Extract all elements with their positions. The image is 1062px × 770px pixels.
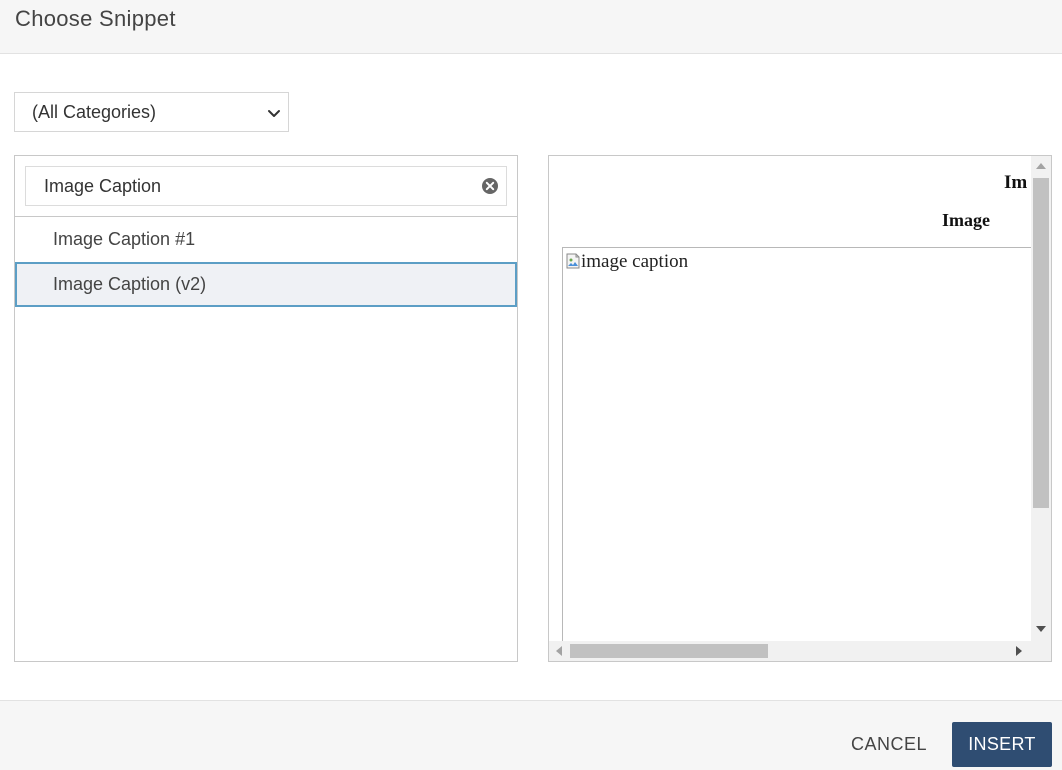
snippet-list-item[interactable]: Image Caption #1 — [15, 217, 517, 262]
scroll-up-arrow-icon[interactable] — [1036, 163, 1046, 169]
snippet-preview-panel: Im Image image caption — [548, 155, 1052, 662]
dialog-header: Choose Snippet — [0, 0, 1062, 54]
horizontal-scrollbar-thumb[interactable] — [570, 644, 768, 658]
scroll-left-arrow-icon[interactable] — [556, 646, 562, 656]
horizontal-scrollbar[interactable] — [549, 641, 1031, 661]
broken-image-alt: image caption — [581, 251, 689, 272]
category-select-value: (All Categories) — [32, 102, 157, 122]
vertical-scrollbar[interactable] — [1031, 156, 1051, 641]
scroll-down-arrow-icon[interactable] — [1036, 626, 1046, 632]
dialog-title: Choose Snippet — [15, 6, 176, 31]
snippet-list-item-label: Image Caption #1 — [53, 229, 196, 249]
preview-heading: Im — [1004, 172, 1028, 193]
snippet-list-panel: Image Caption Image Caption #1 Image Cap… — [14, 155, 518, 662]
preview-subheading: Image — [942, 210, 990, 230]
dialog-footer: CANCEL INSERT — [0, 700, 1062, 770]
scroll-right-arrow-icon[interactable] — [1016, 646, 1022, 656]
broken-image-icon — [566, 253, 580, 269]
broken-image: image caption — [566, 251, 688, 273]
snippet-list-item-label: Image Caption (v2) — [53, 274, 207, 294]
scrollbar-corner — [1031, 641, 1051, 661]
snippet-list-item-selected[interactable]: Image Caption (v2) — [15, 262, 517, 307]
snippet-search-input[interactable]: Image Caption — [25, 166, 507, 206]
insert-button[interactable]: INSERT — [952, 722, 1052, 767]
snippet-search-value: Image Caption — [44, 176, 162, 196]
cancel-button[interactable]: CANCEL — [836, 722, 942, 766]
vertical-scrollbar-thumb[interactable] — [1033, 178, 1049, 508]
chevron-down-icon — [268, 110, 280, 117]
category-select[interactable]: (All Categories) — [14, 92, 289, 132]
preview-image-frame: image caption — [562, 247, 1032, 647]
close-circle-icon[interactable] — [481, 177, 499, 195]
